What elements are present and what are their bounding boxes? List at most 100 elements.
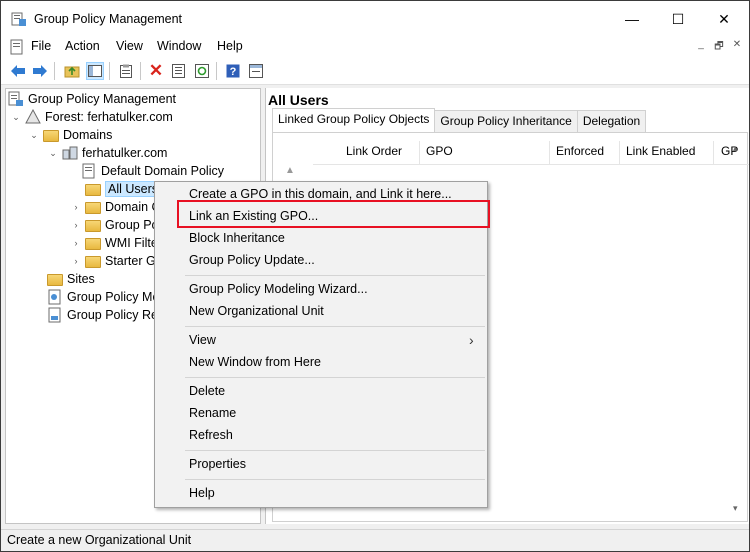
- properties-view-icon[interactable]: [247, 62, 265, 80]
- tree-label: Group Policy Re: [67, 308, 159, 322]
- tree-label: Group Po: [105, 218, 159, 232]
- column-enforced[interactable]: Enforced: [556, 144, 604, 158]
- status-bar: Create a new Organizational Unit: [1, 529, 749, 551]
- gpm-app-icon: [11, 12, 26, 26]
- close-button[interactable]: ✕: [701, 1, 747, 37]
- menu-item-block-inheritance[interactable]: Block Inheritance: [189, 228, 285, 248]
- tree-item-forest[interactable]: ⌄ Forest: ferhatulker.com: [10, 108, 173, 126]
- delete-icon[interactable]: ✕: [147, 61, 165, 80]
- menu-separator: [185, 275, 485, 276]
- ou-folder-icon: [85, 184, 101, 196]
- show-hide-tree-icon[interactable]: [86, 62, 104, 80]
- context-menu: Create a GPO in this domain, and Link it…: [154, 181, 488, 508]
- menu-item-gp-update[interactable]: Group Policy Update...: [189, 250, 315, 270]
- modeling-icon: [48, 289, 61, 305]
- toolbar-separator: [140, 62, 141, 80]
- pane-title: All Users: [268, 92, 329, 108]
- tree-item-starter-gpos[interactable]: › Starter GI: [70, 252, 159, 270]
- tab-inheritance[interactable]: Group Policy Inheritance: [434, 110, 578, 132]
- chevron-right-icon[interactable]: ›: [70, 256, 82, 266]
- column-link-order[interactable]: Link Order: [346, 144, 402, 158]
- menu-separator: [185, 377, 485, 378]
- column-divider[interactable]: [549, 141, 550, 165]
- gpo-link-icon: [82, 163, 95, 179]
- menu-item-view[interactable]: View: [189, 330, 216, 350]
- move-link-up-icon[interactable]: ▲: [283, 165, 297, 179]
- menu-item-new-window[interactable]: New Window from Here: [189, 352, 321, 372]
- up-folder-icon[interactable]: [63, 62, 81, 80]
- menu-action[interactable]: Action: [65, 39, 100, 53]
- menu-help[interactable]: Help: [217, 39, 243, 53]
- chevron-right-icon[interactable]: ›: [70, 238, 82, 248]
- tab-linked-gpos[interactable]: Linked Group Policy Objects: [272, 108, 436, 132]
- title-bar: Group Policy Management — ☐ ✕: [1, 1, 749, 37]
- column-gpo[interactable]: GPO: [426, 144, 453, 158]
- window-title: Group Policy Management: [34, 12, 182, 26]
- scroll-down-arrow-icon[interactable]: ▾: [733, 503, 738, 514]
- tree-item-sites[interactable]: Sites: [47, 270, 95, 288]
- maximize-button[interactable]: ☐: [655, 1, 701, 37]
- scroll-up-arrow-icon[interactable]: ▴: [733, 143, 738, 154]
- menu-separator: [185, 450, 485, 451]
- svg-text:?: ?: [230, 66, 237, 78]
- chevron-down-icon[interactable]: ⌄: [10, 112, 22, 123]
- tree-label: Domains: [63, 128, 113, 142]
- menu-item-new-ou[interactable]: New Organizational Unit: [189, 301, 324, 321]
- highlight-annotation: [177, 200, 490, 228]
- column-divider[interactable]: [619, 141, 620, 165]
- menu-view[interactable]: View: [116, 39, 143, 53]
- mdi-close-button[interactable]: ✕: [729, 39, 745, 53]
- properties-icon[interactable]: [117, 62, 135, 80]
- menu-item-refresh[interactable]: Refresh: [189, 425, 233, 445]
- tree-label: All Users: [105, 181, 162, 197]
- tree-item-default-domain-policy[interactable]: Default Domain Policy: [81, 162, 224, 180]
- tree-item-all-users[interactable]: All Users: [85, 180, 162, 198]
- refresh-icon[interactable]: [193, 62, 211, 80]
- tree-item-group-policy-objects[interactable]: › Group Po: [70, 216, 159, 234]
- column-divider[interactable]: [419, 141, 420, 165]
- tree-item-modeling[interactable]: Group Policy Mo: [47, 288, 159, 306]
- menu-window[interactable]: Window: [157, 39, 201, 53]
- back-arrow-icon[interactable]: [9, 62, 27, 80]
- tree-label: ferhatulker.com: [82, 146, 168, 160]
- chevron-down-icon[interactable]: ⌄: [28, 130, 40, 141]
- folder-icon: [85, 220, 101, 232]
- tree-item-domain-controllers[interactable]: › Domain C: [70, 198, 161, 216]
- status-text: Create a new Organizational Unit: [7, 533, 192, 547]
- help-icon[interactable]: ?: [224, 62, 242, 80]
- document-icon: [10, 39, 23, 55]
- menu-separator: [185, 479, 485, 480]
- menu-item-modeling-wizard[interactable]: Group Policy Modeling Wizard...: [189, 279, 368, 299]
- forward-arrow-icon[interactable]: [31, 62, 49, 80]
- tab-delegation[interactable]: Delegation: [576, 110, 647, 132]
- toolbar-separator: [216, 62, 217, 80]
- toolbar: ✕ ?: [1, 57, 749, 85]
- table-header: Link Order GPO Enforced Link Enabled GP: [313, 141, 749, 165]
- submenu-arrow-icon: ›: [469, 332, 474, 348]
- tree-item-domain[interactable]: ⌄ ferhatulker.com: [47, 144, 167, 162]
- menu-item-rename[interactable]: Rename: [189, 403, 236, 423]
- tree-item-domains[interactable]: ⌄ Domains: [28, 126, 112, 144]
- chevron-right-icon[interactable]: ›: [70, 220, 82, 230]
- tree-item-wmi-filters[interactable]: › WMI Filte: [70, 234, 158, 252]
- export-list-icon[interactable]: [169, 62, 187, 80]
- mdi-minimize-button[interactable]: _: [693, 39, 709, 53]
- menu-item-properties[interactable]: Properties: [189, 454, 246, 474]
- tree-label: Group Policy Mo: [67, 290, 160, 304]
- mdi-restore-button[interactable]: 🗗: [711, 39, 727, 53]
- menu-item-delete[interactable]: Delete: [189, 381, 225, 401]
- menu-file[interactable]: File: [31, 39, 51, 53]
- chevron-down-icon[interactable]: ⌄: [47, 148, 59, 159]
- menu-separator: [185, 326, 485, 327]
- folder-icon: [43, 130, 59, 142]
- tree-item-root[interactable]: Group Policy Management: [8, 90, 176, 108]
- column-link-enabled[interactable]: Link Enabled: [626, 144, 695, 158]
- menu-item-help[interactable]: Help: [189, 483, 215, 503]
- tree-item-results[interactable]: Group Policy Re: [47, 306, 158, 324]
- domain-icon: [62, 146, 78, 160]
- tree-label: Group Policy Management: [28, 92, 176, 106]
- gpm-root-icon: [8, 91, 23, 106]
- minimize-button[interactable]: —: [609, 1, 655, 37]
- chevron-right-icon[interactable]: ›: [70, 202, 82, 212]
- column-divider[interactable]: [713, 141, 714, 165]
